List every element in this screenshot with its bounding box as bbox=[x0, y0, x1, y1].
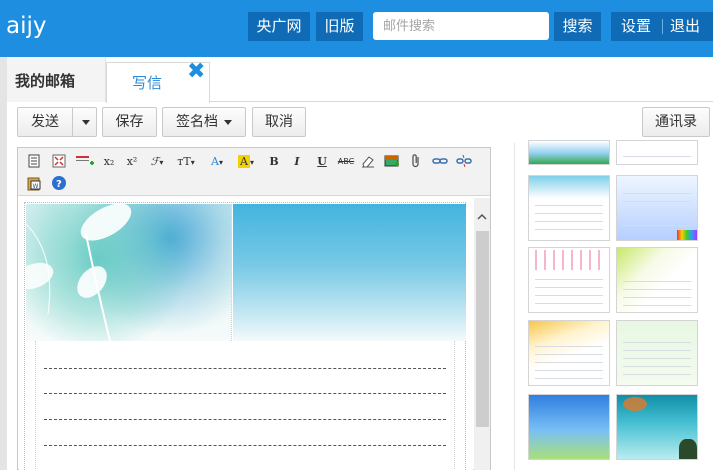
stationery-thumbnail[interactable] bbox=[528, 394, 610, 460]
scrollbar-thumb[interactable] bbox=[476, 231, 489, 427]
fullscreen-icon[interactable] bbox=[51, 153, 69, 171]
writing-line bbox=[44, 445, 446, 446]
stationery-art-right bbox=[233, 204, 466, 341]
account-links: 设置 退出 bbox=[611, 12, 713, 41]
chevron-down-icon bbox=[82, 120, 90, 125]
send-options-dropdown[interactable] bbox=[73, 107, 97, 137]
writing-line bbox=[44, 419, 446, 420]
search-button[interactable]: 搜索 bbox=[554, 12, 601, 41]
scroll-up-icon[interactable] bbox=[477, 212, 487, 222]
contacts-label: 通讯录 bbox=[655, 114, 697, 130]
close-tab-icon[interactable]: ✖ bbox=[187, 61, 205, 83]
insert-image-icon[interactable] bbox=[384, 153, 402, 171]
contacts-button[interactable]: 通讯录 bbox=[642, 107, 710, 137]
stationery-thumbnail[interactable] bbox=[616, 140, 698, 165]
eraser-icon[interactable] bbox=[360, 153, 378, 171]
highlight-color-icon[interactable]: A ▾ bbox=[234, 153, 258, 171]
stationery-thumbnail[interactable] bbox=[528, 320, 610, 386]
superscript-icon[interactable]: x² bbox=[123, 153, 141, 171]
editor-content-area[interactable] bbox=[19, 198, 473, 470]
stationery-thumbnail[interactable] bbox=[528, 175, 610, 241]
stationery-thumbnail[interactable] bbox=[528, 247, 610, 313]
signature-dropdown[interactable]: 签名档 bbox=[162, 107, 246, 137]
stationery-thumbnail[interactable] bbox=[616, 394, 698, 460]
svg-text:W: W bbox=[33, 183, 39, 190]
font-family-icon[interactable]: ℱ▾ bbox=[146, 153, 168, 171]
underline-icon[interactable]: U bbox=[313, 153, 331, 171]
help-icon[interactable]: ? bbox=[51, 175, 69, 193]
subscript-icon[interactable]: x₂ bbox=[100, 153, 118, 171]
tab-my-mailbox[interactable]: 我的邮箱 bbox=[7, 57, 106, 102]
stationery-background bbox=[24, 202, 466, 470]
attachment-icon[interactable] bbox=[408, 153, 426, 171]
font-size-glyph: тT bbox=[177, 155, 191, 168]
stationery-art-left bbox=[26, 204, 232, 341]
send-button[interactable]: 发送 bbox=[17, 107, 73, 137]
insert-row-icon[interactable] bbox=[75, 153, 97, 171]
save-label: 保存 bbox=[115, 114, 144, 130]
divider bbox=[662, 19, 663, 34]
top-bar: aijy 央广网 旧版 搜索 设置 退出 bbox=[0, 0, 713, 57]
font-color-icon[interactable]: A▾ bbox=[206, 153, 228, 171]
app-title: aijy bbox=[6, 13, 47, 39]
cancel-label: 取消 bbox=[265, 114, 293, 130]
stationery-thumbnail[interactable] bbox=[616, 247, 698, 313]
bold-icon[interactable]: B bbox=[265, 153, 283, 171]
settings-link[interactable]: 设置 bbox=[621, 12, 651, 41]
link-icon[interactable] bbox=[432, 153, 450, 171]
chevron-down-icon bbox=[224, 119, 232, 125]
font-family-glyph: ℱ bbox=[150, 155, 160, 168]
paste-word-icon[interactable]: W bbox=[26, 175, 44, 193]
stationery-panel bbox=[514, 140, 713, 470]
strikethrough-icon[interactable]: ABC bbox=[335, 153, 357, 171]
stationery-thumbnail[interactable] bbox=[528, 140, 610, 165]
source-icon[interactable] bbox=[26, 153, 44, 171]
cancel-button[interactable]: 取消 bbox=[252, 107, 306, 137]
font-size-icon[interactable]: тT▾ bbox=[174, 153, 198, 171]
signature-label: 签名档 bbox=[176, 114, 218, 130]
unlink-icon[interactable] bbox=[456, 153, 474, 171]
editor-toolbar: x₂ x² ℱ▾ тT▾ A▾ A ▾ B I U ABC W ? bbox=[18, 148, 490, 196]
editor-scrollbar[interactable] bbox=[474, 198, 490, 470]
logout-link[interactable]: 退出 bbox=[670, 12, 700, 41]
stationery-thumbnail[interactable] bbox=[616, 175, 698, 241]
rich-text-editor: x₂ x² ℱ▾ тT▾ A▾ A ▾ B I U ABC W ? bbox=[17, 147, 491, 470]
compose-toolbar: 发送 保存 签名档 取消 通讯录 bbox=[7, 103, 713, 143]
font-color-glyph: A bbox=[211, 155, 219, 168]
highlight-glyph: A bbox=[238, 155, 250, 168]
svg-text:?: ? bbox=[56, 179, 62, 190]
writing-line bbox=[44, 393, 446, 394]
writing-line bbox=[44, 368, 446, 369]
italic-icon[interactable]: I bbox=[288, 153, 306, 171]
left-panel-edge bbox=[0, 57, 7, 470]
send-label: 发送 bbox=[31, 114, 59, 130]
save-button[interactable]: 保存 bbox=[102, 107, 157, 137]
search-input[interactable] bbox=[373, 12, 549, 40]
stationery-thumbnail[interactable] bbox=[616, 320, 698, 386]
old-version-link[interactable]: 旧版 bbox=[316, 12, 363, 41]
cctv-link[interactable]: 央广网 bbox=[248, 12, 310, 41]
stationery-lines bbox=[35, 341, 455, 470]
